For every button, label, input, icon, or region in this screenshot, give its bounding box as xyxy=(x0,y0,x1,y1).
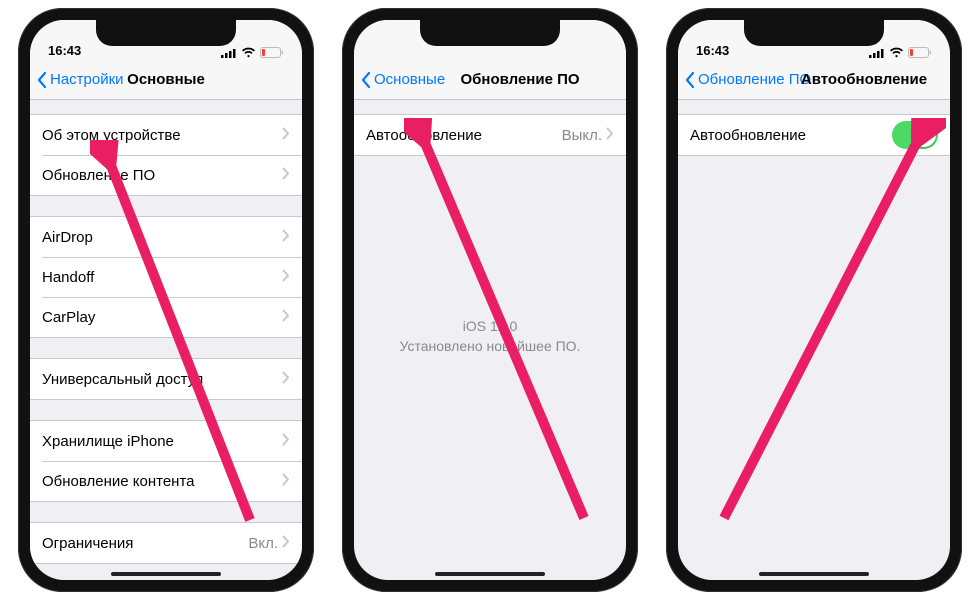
battery-icon xyxy=(260,47,284,58)
settings-group: Автообновление xyxy=(678,114,950,156)
settings-group: Хранилище iPhone Обновление контента xyxy=(30,420,302,502)
nav-bar: Настройки Основные xyxy=(30,60,302,100)
row-iphone-storage[interactable]: Хранилище iPhone xyxy=(30,421,302,461)
row-carplay[interactable]: CarPlay xyxy=(30,297,302,337)
row-value: Выкл. xyxy=(562,127,602,144)
chevron-right-icon xyxy=(606,127,614,144)
chevron-right-icon xyxy=(282,433,290,450)
row-background-refresh[interactable]: Обновление контента xyxy=(30,461,302,501)
phone-frame: 16:43 Основные Обновление ПО Автообновле… xyxy=(342,8,638,592)
notch xyxy=(744,20,884,46)
row-software-update[interactable]: Обновление ПО xyxy=(30,155,302,195)
settings-group: АвтообновлениеВыкл. xyxy=(354,114,626,156)
chevron-right-icon xyxy=(282,371,290,388)
battery-icon xyxy=(908,47,932,58)
row-auto-update-toggle[interactable]: Автообновление xyxy=(678,115,950,155)
screen: 16:43 Настройки Основные Об этом устройс… xyxy=(30,20,302,580)
cellular-icon xyxy=(221,48,237,58)
back-label: Основные xyxy=(374,71,445,88)
back-button[interactable]: Обновление ПО xyxy=(684,71,811,89)
back-label: Обновление ПО xyxy=(698,71,811,88)
back-button[interactable]: Настройки xyxy=(36,71,124,89)
wifi-icon xyxy=(889,47,904,58)
chevron-right-icon xyxy=(282,167,290,184)
settings-group: ОграниченияВкл. xyxy=(30,522,302,564)
status-time: 16:43 xyxy=(696,43,729,58)
chevron-right-icon xyxy=(282,535,290,552)
content[interactable]: Автообновление xyxy=(678,100,950,580)
screen: 16:43 Обновление ПО Автообновление Автоо… xyxy=(678,20,950,580)
row-airdrop[interactable]: AirDrop xyxy=(30,217,302,257)
chevron-right-icon xyxy=(282,229,290,246)
settings-group: AirDrop Handoff CarPlay xyxy=(30,216,302,338)
chevron-right-icon xyxy=(282,127,290,144)
row-value: Вкл. xyxy=(248,535,278,552)
status-message: iOS 12.0 Установлено новейшее ПО. xyxy=(354,316,626,357)
phone-frame: 16:43 Обновление ПО Автообновление Автоо… xyxy=(666,8,962,592)
notch xyxy=(420,20,560,46)
settings-group: Об этом устройстве Обновление ПО xyxy=(30,114,302,196)
status-right xyxy=(221,47,284,58)
toggle-switch[interactable] xyxy=(892,121,938,149)
chevron-right-icon xyxy=(282,473,290,490)
update-status-label: Установлено новейшее ПО. xyxy=(354,336,626,356)
phone-frame: 16:43 Настройки Основные Об этом устройс… xyxy=(18,8,314,592)
notch xyxy=(96,20,236,46)
row-about-device[interactable]: Об этом устройстве xyxy=(30,115,302,155)
status-time: 16:43 xyxy=(48,43,81,58)
status-right xyxy=(869,47,932,58)
wifi-icon xyxy=(241,47,256,58)
row-auto-update[interactable]: АвтообновлениеВыкл. xyxy=(354,115,626,155)
home-indicator xyxy=(759,572,869,576)
row-accessibility[interactable]: Универсальный доступ xyxy=(30,359,302,399)
chevron-right-icon xyxy=(282,309,290,326)
chevron-right-icon xyxy=(282,269,290,286)
settings-group: Универсальный доступ xyxy=(30,358,302,400)
content[interactable]: Об этом устройстве Обновление ПО AirDrop… xyxy=(30,100,302,580)
home-indicator xyxy=(111,572,221,576)
cellular-icon xyxy=(869,48,885,58)
ios-version-label: iOS 12.0 xyxy=(354,316,626,336)
back-button[interactable]: Основные xyxy=(360,71,445,89)
home-indicator xyxy=(435,572,545,576)
row-handoff[interactable]: Handoff xyxy=(30,257,302,297)
content[interactable]: АвтообновлениеВыкл. iOS 12.0 Установлено… xyxy=(354,100,626,580)
row-restrictions[interactable]: ОграниченияВкл. xyxy=(30,523,302,563)
back-label: Настройки xyxy=(50,71,124,88)
nav-bar: Обновление ПО Автообновление xyxy=(678,60,950,100)
nav-bar: Основные Обновление ПО xyxy=(354,60,626,100)
screen: 16:43 Основные Обновление ПО Автообновле… xyxy=(354,20,626,580)
